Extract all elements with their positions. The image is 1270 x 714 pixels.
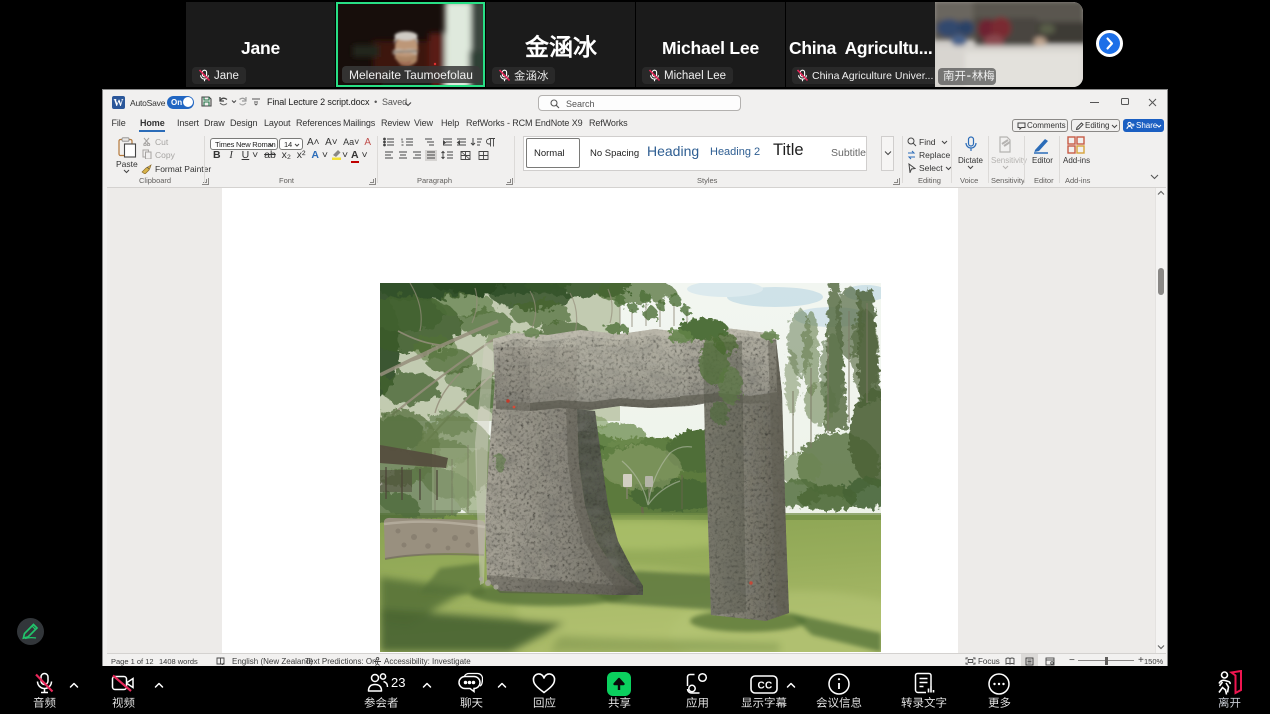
svg-text:W: W (114, 98, 124, 109)
svg-text:C: C (765, 681, 772, 692)
svg-text:C: C (758, 681, 765, 692)
